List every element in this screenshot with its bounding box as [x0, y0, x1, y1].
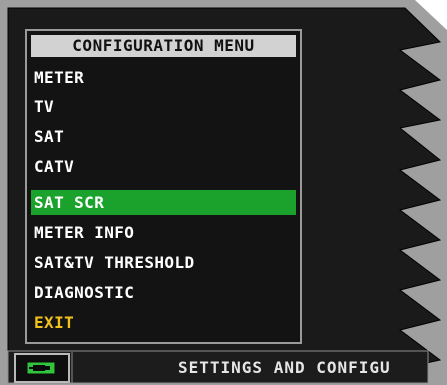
- plug-battery-icon: [26, 361, 56, 375]
- status-bar-text: SETTINGS AND CONFIGU: [178, 358, 391, 377]
- menu-item-sat-scr[interactable]: SAT SCR: [31, 190, 296, 215]
- menu-item-diagnostic[interactable]: DIAGNOSTIC: [31, 280, 296, 305]
- configuration-menu: CONFIGURATION MENU METER TV SAT CATV SAT…: [25, 29, 302, 344]
- battery-indicator: [14, 353, 70, 383]
- menu-item-tv[interactable]: TV: [31, 94, 296, 119]
- menu-item-meter[interactable]: METER: [31, 65, 296, 90]
- device-screen: CONFIGURATION MENU METER TV SAT CATV SAT…: [0, 0, 447, 385]
- menu-item-sat-tv-threshold[interactable]: SAT&TV THRESHOLD: [31, 250, 296, 275]
- menu-item-catv[interactable]: CATV: [31, 154, 296, 179]
- menu-item-meter-info[interactable]: METER INFO: [31, 220, 296, 245]
- menu-item-sat[interactable]: SAT: [31, 124, 296, 149]
- menu-item-exit[interactable]: EXIT: [31, 310, 296, 335]
- menu-title: CONFIGURATION MENU: [31, 35, 296, 57]
